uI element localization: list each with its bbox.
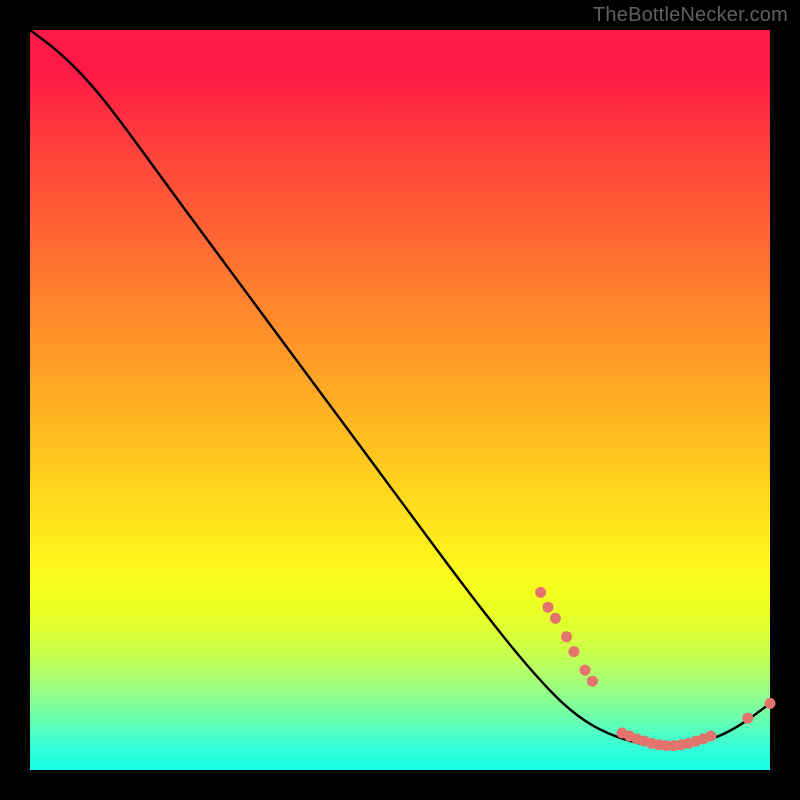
- curve-marker: [765, 698, 776, 709]
- plot-area: [30, 30, 770, 770]
- curve-marker: [587, 676, 598, 687]
- curve-marker: [742, 713, 753, 724]
- curve-marker: [550, 613, 561, 624]
- watermark-text: TheBottleNecker.com: [593, 4, 788, 27]
- curve-marker: [568, 646, 579, 657]
- curve-marker: [705, 731, 716, 742]
- curve-marker: [543, 602, 554, 613]
- chart-container: TheBottleNecker.com: [0, 0, 800, 800]
- curve-svg: [30, 30, 770, 770]
- curve-marker: [561, 631, 572, 642]
- bottleneck-curve: [30, 30, 770, 746]
- curve-marker: [535, 587, 546, 598]
- curve-marker: [580, 665, 591, 676]
